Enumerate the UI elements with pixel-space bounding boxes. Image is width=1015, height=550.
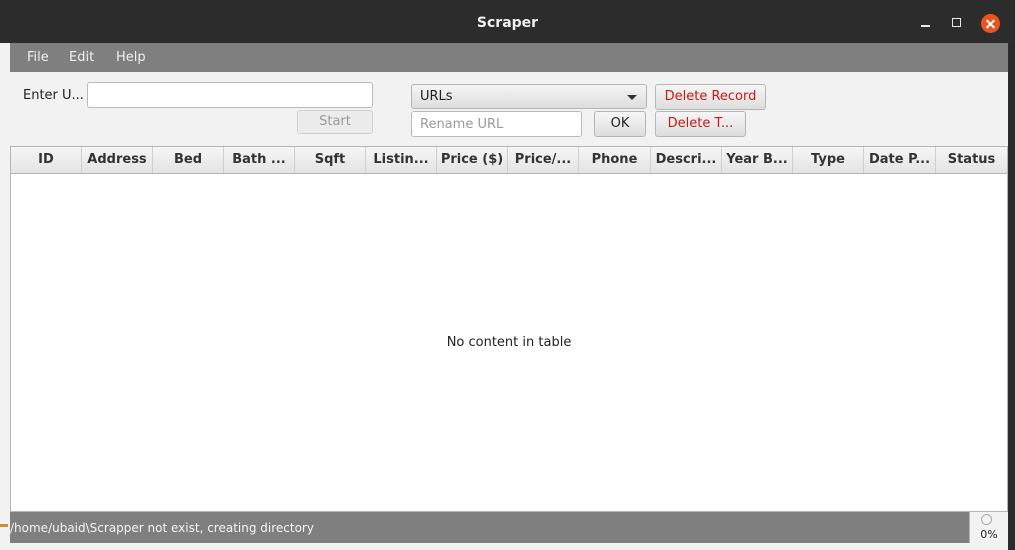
status-message: /home/ubaid\Scrapper not exist, creating… <box>10 521 314 535</box>
column-header-id[interactable]: ID <box>11 147 82 173</box>
progress-ring-icon <box>981 514 992 525</box>
rename-url-input[interactable] <box>411 111 582 137</box>
column-header-date-posted[interactable]: Date P... <box>864 147 936 173</box>
progress-percent: 0% <box>980 528 998 541</box>
menu-help[interactable]: Help <box>116 50 146 65</box>
chevron-down-icon <box>627 95 637 100</box>
urls-select[interactable]: URLs <box>411 84 647 109</box>
column-header-sqft[interactable]: Sqft <box>295 147 366 173</box>
delete-record-button[interactable]: Delete Record <box>655 84 766 110</box>
column-header-listing[interactable]: Listin... <box>366 147 437 173</box>
column-header-bath[interactable]: Bath ... <box>224 147 295 173</box>
status-bar: /home/ubaid\Scrapper not exist, creating… <box>10 512 1008 543</box>
window-right-edge <box>1008 43 1015 550</box>
column-header-type[interactable]: Type <box>793 147 864 173</box>
empty-table-message: No content in table <box>446 335 572 350</box>
column-header-year-built[interactable]: Year B... <box>722 147 793 173</box>
menu-edit[interactable]: Edit <box>69 50 94 65</box>
column-header-address[interactable]: Address <box>82 147 153 173</box>
column-header-status[interactable]: Status <box>936 147 1007 173</box>
window-title: Scraper <box>476 15 539 31</box>
enter-url-label: Enter U... <box>23 88 84 103</box>
menu-file[interactable]: File <box>27 50 49 65</box>
url-input[interactable] <box>87 82 373 108</box>
ok-button[interactable]: OK <box>594 111 646 137</box>
results-table[interactable]: ID Address Bed Bath ... Sqft Listin... P… <box>10 146 1008 512</box>
column-header-description[interactable]: Descri... <box>651 147 722 173</box>
menu-bar: File Edit Help <box>10 43 1008 72</box>
start-button[interactable]: Start <box>297 110 373 134</box>
column-header-phone[interactable]: Phone <box>579 147 651 173</box>
background-edge <box>0 524 8 527</box>
scraper-window: Scraper File Edit Help Enter U... Start … <box>0 0 1015 550</box>
table-header: ID Address Bed Bath ... Sqft Listin... P… <box>11 147 1007 174</box>
column-header-price-per[interactable]: Price/... <box>508 147 579 173</box>
maximize-icon[interactable] <box>948 14 966 32</box>
toolbar: Enter U... Start URLs OK Delete Record D… <box>10 72 1008 146</box>
close-icon[interactable] <box>981 14 1000 33</box>
urls-select-value: URLs <box>420 89 453 104</box>
progress-indicator: 0% <box>969 512 1008 543</box>
delete-table-button[interactable]: Delete T... <box>655 111 746 137</box>
minimize-icon[interactable] <box>917 14 935 32</box>
column-header-price[interactable]: Price ($) <box>437 147 508 173</box>
column-header-bed[interactable]: Bed <box>153 147 224 173</box>
title-bar[interactable]: Scraper <box>0 0 1015 43</box>
